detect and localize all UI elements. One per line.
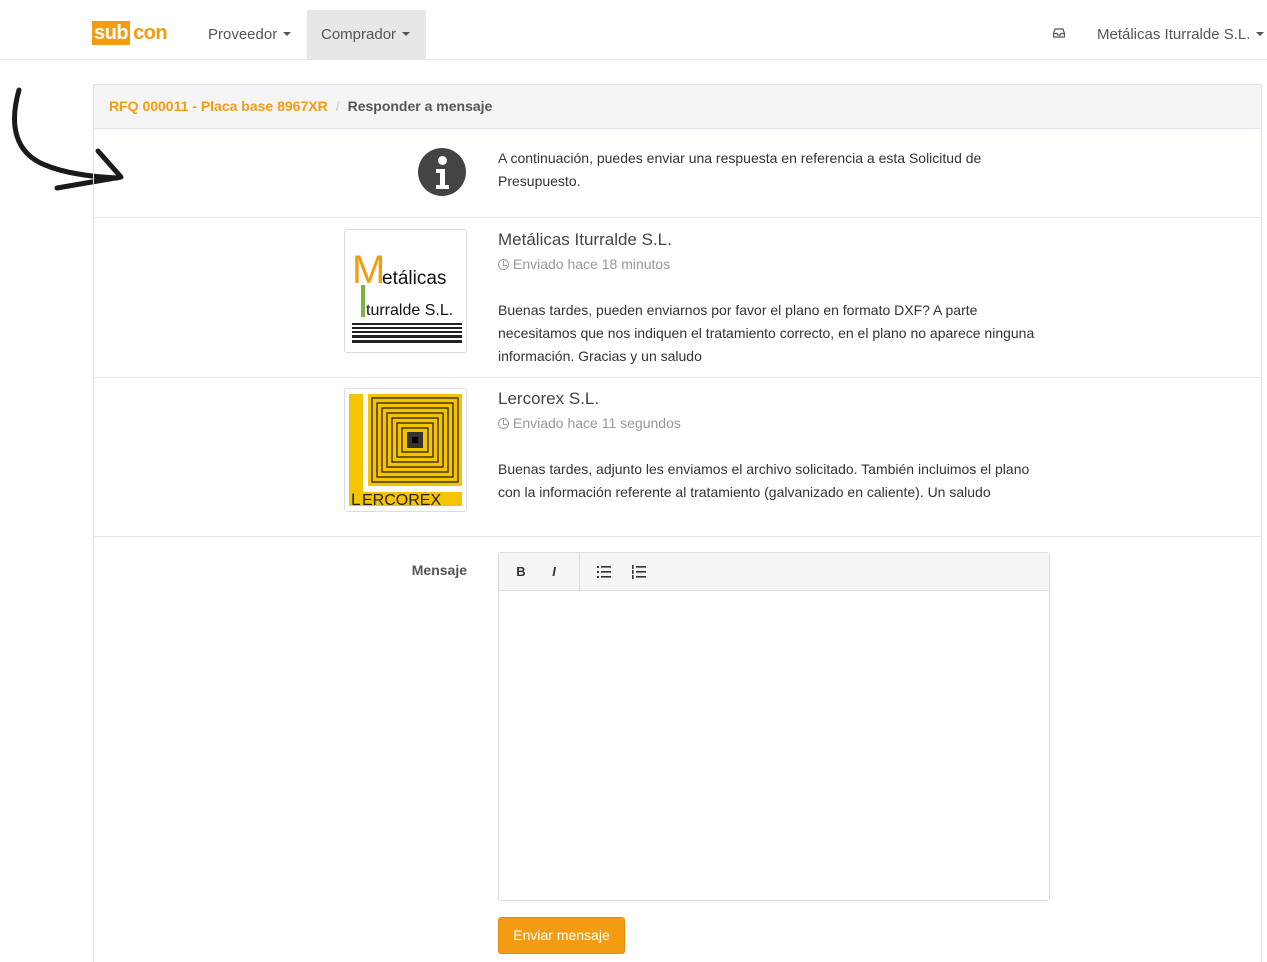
message-editor: B I (498, 552, 1050, 901)
info-icon (418, 148, 466, 196)
message-time-text: Enviado hace 18 minutos (513, 256, 671, 272)
sender-logo-metalicas: M etálicas turralde S.L. (344, 229, 467, 353)
send-message-button[interactable]: Enviar mensaje (498, 917, 625, 954)
message-sender: Metálicas Iturralde S.L. (498, 230, 672, 249)
numbered-list-icon[interactable] (630, 563, 650, 581)
toolbar-divider (579, 553, 580, 591)
logo-text-ercorex: ERCOREX (362, 492, 441, 508)
sender-logo-lercorex: L ERCOREX (344, 388, 467, 512)
mensaje-label: Mensaje (411, 562, 467, 578)
top-navbar: sub con Proveedor Comprador Metálicas Itu… (0, 0, 1267, 60)
message-panel: RFQ 000011 - Placa base 8967XR / Responder… (93, 84, 1262, 962)
message-textarea[interactable] (499, 591, 1049, 900)
info-text: A continuación, puedes enviar una respue… (498, 150, 982, 189)
breadcrumb-current: Responder a mensaje (347, 98, 493, 114)
logo-letter-m: M (352, 248, 385, 292)
caret-down-icon (283, 32, 292, 37)
caret-down-icon (402, 32, 411, 37)
info-row: A continuación, puedes enviar una respue… (94, 129, 1261, 218)
message-body: Buenas tardes, adjunto les enviamos el a… (498, 461, 1030, 500)
bullet-list-icon[interactable] (595, 563, 615, 581)
subcon-logo[interactable]: sub con (92, 21, 168, 45)
breadcrumb-separator: / (335, 98, 340, 114)
editor-toolbar: B I (499, 553, 1049, 591)
italic-button[interactable]: I (544, 563, 564, 581)
nav-comprador-label: Comprador (321, 26, 397, 43)
message-time-text: Enviado hace 11 segundos (513, 415, 681, 431)
message-body: Buenas tardes, pueden enviarnos por favo… (498, 302, 1035, 364)
nav-user-dropdown[interactable]: Metálicas Iturralde S.L. (1097, 10, 1265, 60)
logo-con: con (133, 22, 168, 44)
clock-icon (498, 418, 509, 429)
breadcrumb-rfq-link[interactable]: RFQ 000011 - Placa base 8967XR (109, 98, 328, 114)
breadcrumb: RFQ 000011 - Placa base 8967XR / Responder… (94, 85, 1261, 129)
message-timestamp: Enviado hace 11 segundos (498, 415, 681, 431)
message-item: L ERCOREX Lercorex S.L. Enviado hace 11 … (94, 378, 1261, 537)
bold-button[interactable]: B (511, 563, 531, 581)
logo-text-etalicas: etálicas (382, 268, 446, 289)
inbox-icon[interactable] (1053, 28, 1065, 38)
nav-proveedor-label: Proveedor (208, 26, 278, 43)
message-item: M etálicas turralde S.L. Metálicas Iturr… (94, 218, 1261, 378)
nav-proveedor-dropdown[interactable]: Proveedor (194, 10, 305, 60)
nav-user-label: Metálicas Iturralde S.L. (1097, 26, 1251, 43)
logo-sub: sub (92, 21, 131, 45)
clock-icon (498, 259, 509, 270)
logo-text-iturralde: turralde S.L. (366, 302, 453, 319)
caret-down-icon (1256, 32, 1265, 37)
nav-comprador-dropdown[interactable]: Comprador (307, 10, 426, 60)
logo-letter-l: L (351, 490, 360, 508)
message-sender: Lercorex S.L. (498, 389, 600, 408)
message-timestamp: Enviado hace 18 minutos (498, 256, 670, 272)
